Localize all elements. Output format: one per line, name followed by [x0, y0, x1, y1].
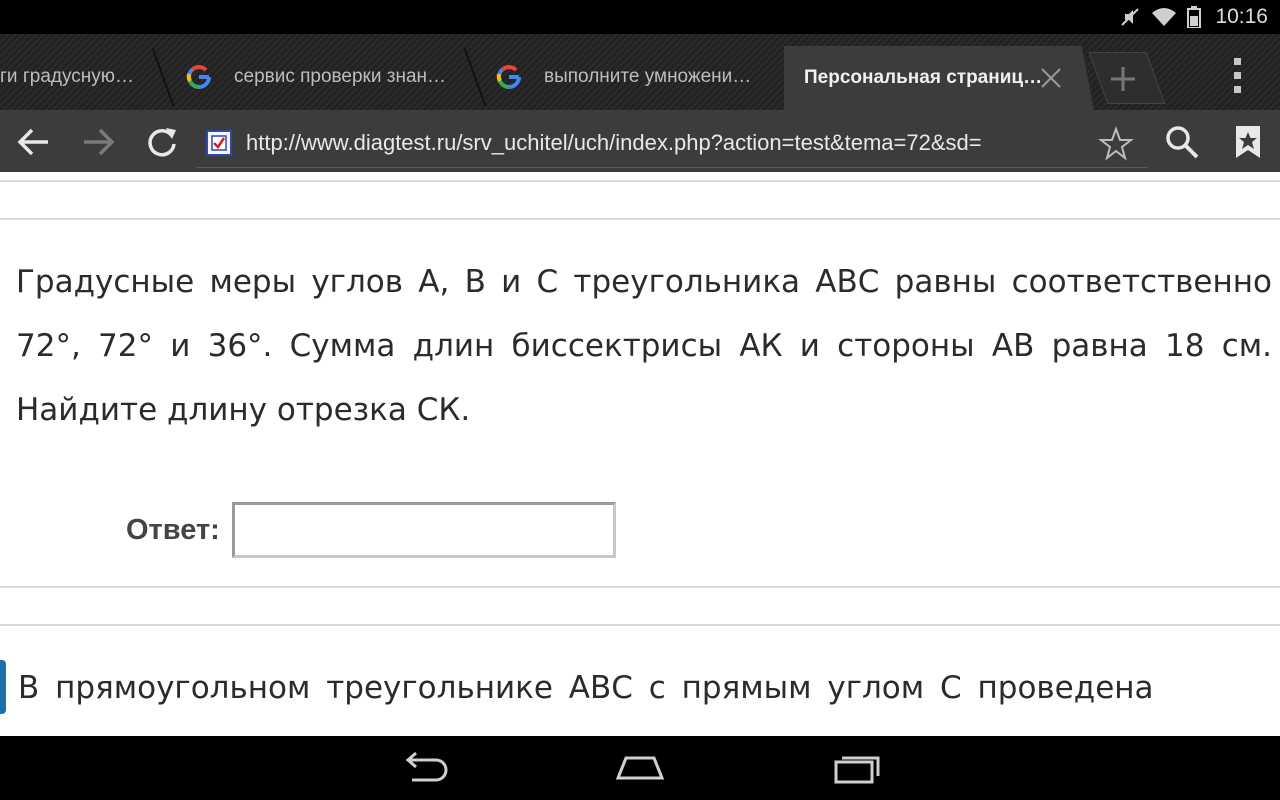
tab-active[interactable]: Персональная страниц… — [784, 46, 1094, 110]
divider — [0, 218, 1280, 220]
google-icon — [186, 65, 211, 89]
back-icon[interactable] — [14, 122, 54, 162]
divider — [0, 624, 1280, 626]
tab-strip: ги градусную… сервис проверки знан… выпо… — [0, 34, 1280, 110]
url-text[interactable]: http://www.diagtest.ru/srv_uchitel/uch/i… — [246, 130, 1091, 156]
tab-3[interactable]: выполните умножени… — [496, 48, 786, 106]
divider — [0, 180, 1280, 182]
tab-1[interactable]: ги градусную… — [0, 48, 160, 106]
nav-recents-icon[interactable] — [828, 750, 884, 786]
overflow-menu-icon[interactable] — [1226, 56, 1250, 96]
next-question-text: В прямоугольном треугольнике АВС с прямы… — [18, 670, 1154, 706]
web-page: Градусные меры углов А, В и С треугольни… — [0, 172, 1280, 736]
battery-icon — [1187, 6, 1202, 28]
answer-row: Ответ: — [126, 502, 616, 558]
nav-home-icon[interactable] — [612, 750, 668, 786]
checkmark-icon — [211, 134, 227, 151]
plus-icon — [1111, 67, 1135, 91]
bookmark-star-icon[interactable] — [1098, 126, 1134, 162]
site-favicon-icon — [206, 129, 232, 156]
search-icon[interactable] — [1162, 122, 1202, 162]
question-marker — [0, 660, 6, 714]
wifi-icon — [1152, 8, 1177, 26]
address-bar[interactable]: http://www.diagtest.ru/srv_uchitel/uch/i… — [196, 118, 1148, 168]
reload-icon[interactable] — [142, 122, 182, 162]
tab-title: ги градусную… — [0, 66, 135, 87]
status-bar: 10:16 — [0, 0, 1280, 34]
forward-icon[interactable] — [78, 122, 118, 162]
mute-icon — [1121, 8, 1140, 26]
close-tab-icon[interactable] — [1038, 65, 1064, 91]
bookmarks-icon[interactable] — [1228, 122, 1268, 162]
answer-input[interactable] — [231, 502, 616, 558]
tab-title: выполните умножени… — [544, 66, 752, 87]
tab-title: сервис проверки знан… — [234, 66, 447, 87]
browser-toolbar: http://www.diagtest.ru/srv_uchitel/uch/i… — [0, 110, 1280, 172]
nav-back-icon[interactable] — [396, 750, 452, 786]
answer-label: Ответ: — [126, 513, 220, 546]
clock: 10:16 — [1215, 5, 1268, 28]
tab-title: Персональная страниц… — [804, 67, 1043, 88]
tab-2[interactable]: сервис проверки знан… — [186, 48, 476, 106]
status-icons: 10:16 — [1119, 0, 1268, 34]
navigation-bar — [0, 736, 1280, 800]
question-text: Градусные меры углов А, В и С треугольни… — [16, 264, 1272, 428]
divider — [0, 586, 1280, 588]
google-icon — [496, 65, 521, 89]
